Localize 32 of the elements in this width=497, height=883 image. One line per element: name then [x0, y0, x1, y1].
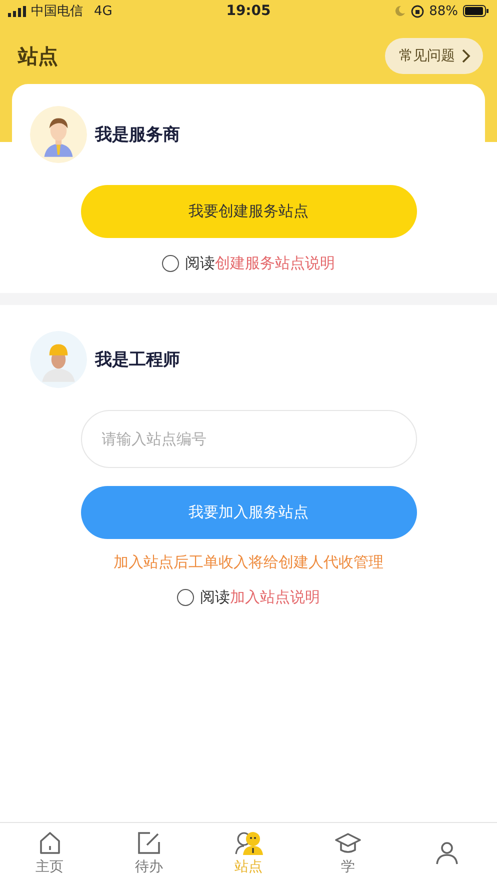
- signal-icon: [8, 6, 26, 16]
- person-icon: [434, 840, 460, 866]
- radio-button[interactable]: [177, 589, 194, 606]
- rotation-lock-icon: [411, 4, 424, 18]
- role-title: 我是工程师: [95, 349, 180, 371]
- network-text: 4G: [94, 4, 112, 18]
- agreement-text: 阅读创建服务站点说明: [185, 254, 335, 273]
- battery-icon: [462, 5, 489, 17]
- avatar-icon: [30, 106, 87, 163]
- tab-item[interactable]: 学: [298, 823, 398, 883]
- clock-text: 19:05: [225, 3, 272, 19]
- graduation-cap-icon: [334, 830, 362, 856]
- agreement-link[interactable]: 创建服务站点说明: [215, 254, 335, 272]
- page-title: 站点: [18, 42, 58, 70]
- people-icon: [234, 830, 264, 856]
- agreement-text: 阅读加入站点说明: [200, 588, 320, 607]
- radio-button[interactable]: [162, 255, 179, 272]
- role-title: 我是服务商: [95, 124, 180, 146]
- faq-button[interactable]: 常见问题: [385, 38, 483, 74]
- carrier-text: 中国电信: [31, 3, 83, 20]
- agreement-link[interactable]: 加入站点说明: [230, 588, 320, 606]
- action-button[interactable]: 我要创建服务站点: [80, 185, 416, 238]
- action-button[interactable]: 我要加入服务站点: [80, 486, 416, 539]
- site-number-field[interactable]: 请输入站点编号: [80, 410, 416, 468]
- edit-icon: [136, 830, 162, 856]
- avatar-icon: [30, 331, 87, 388]
- battery-text: 88%: [429, 4, 458, 18]
- notice-text: 加入站点后工单收入将给创建人代收管理: [114, 553, 384, 572]
- tab-item[interactable]: 主页: [0, 823, 100, 883]
- moon-icon: [394, 5, 406, 17]
- tab-item[interactable]: 待办: [99, 823, 199, 883]
- chevron-right-icon: [461, 48, 471, 64]
